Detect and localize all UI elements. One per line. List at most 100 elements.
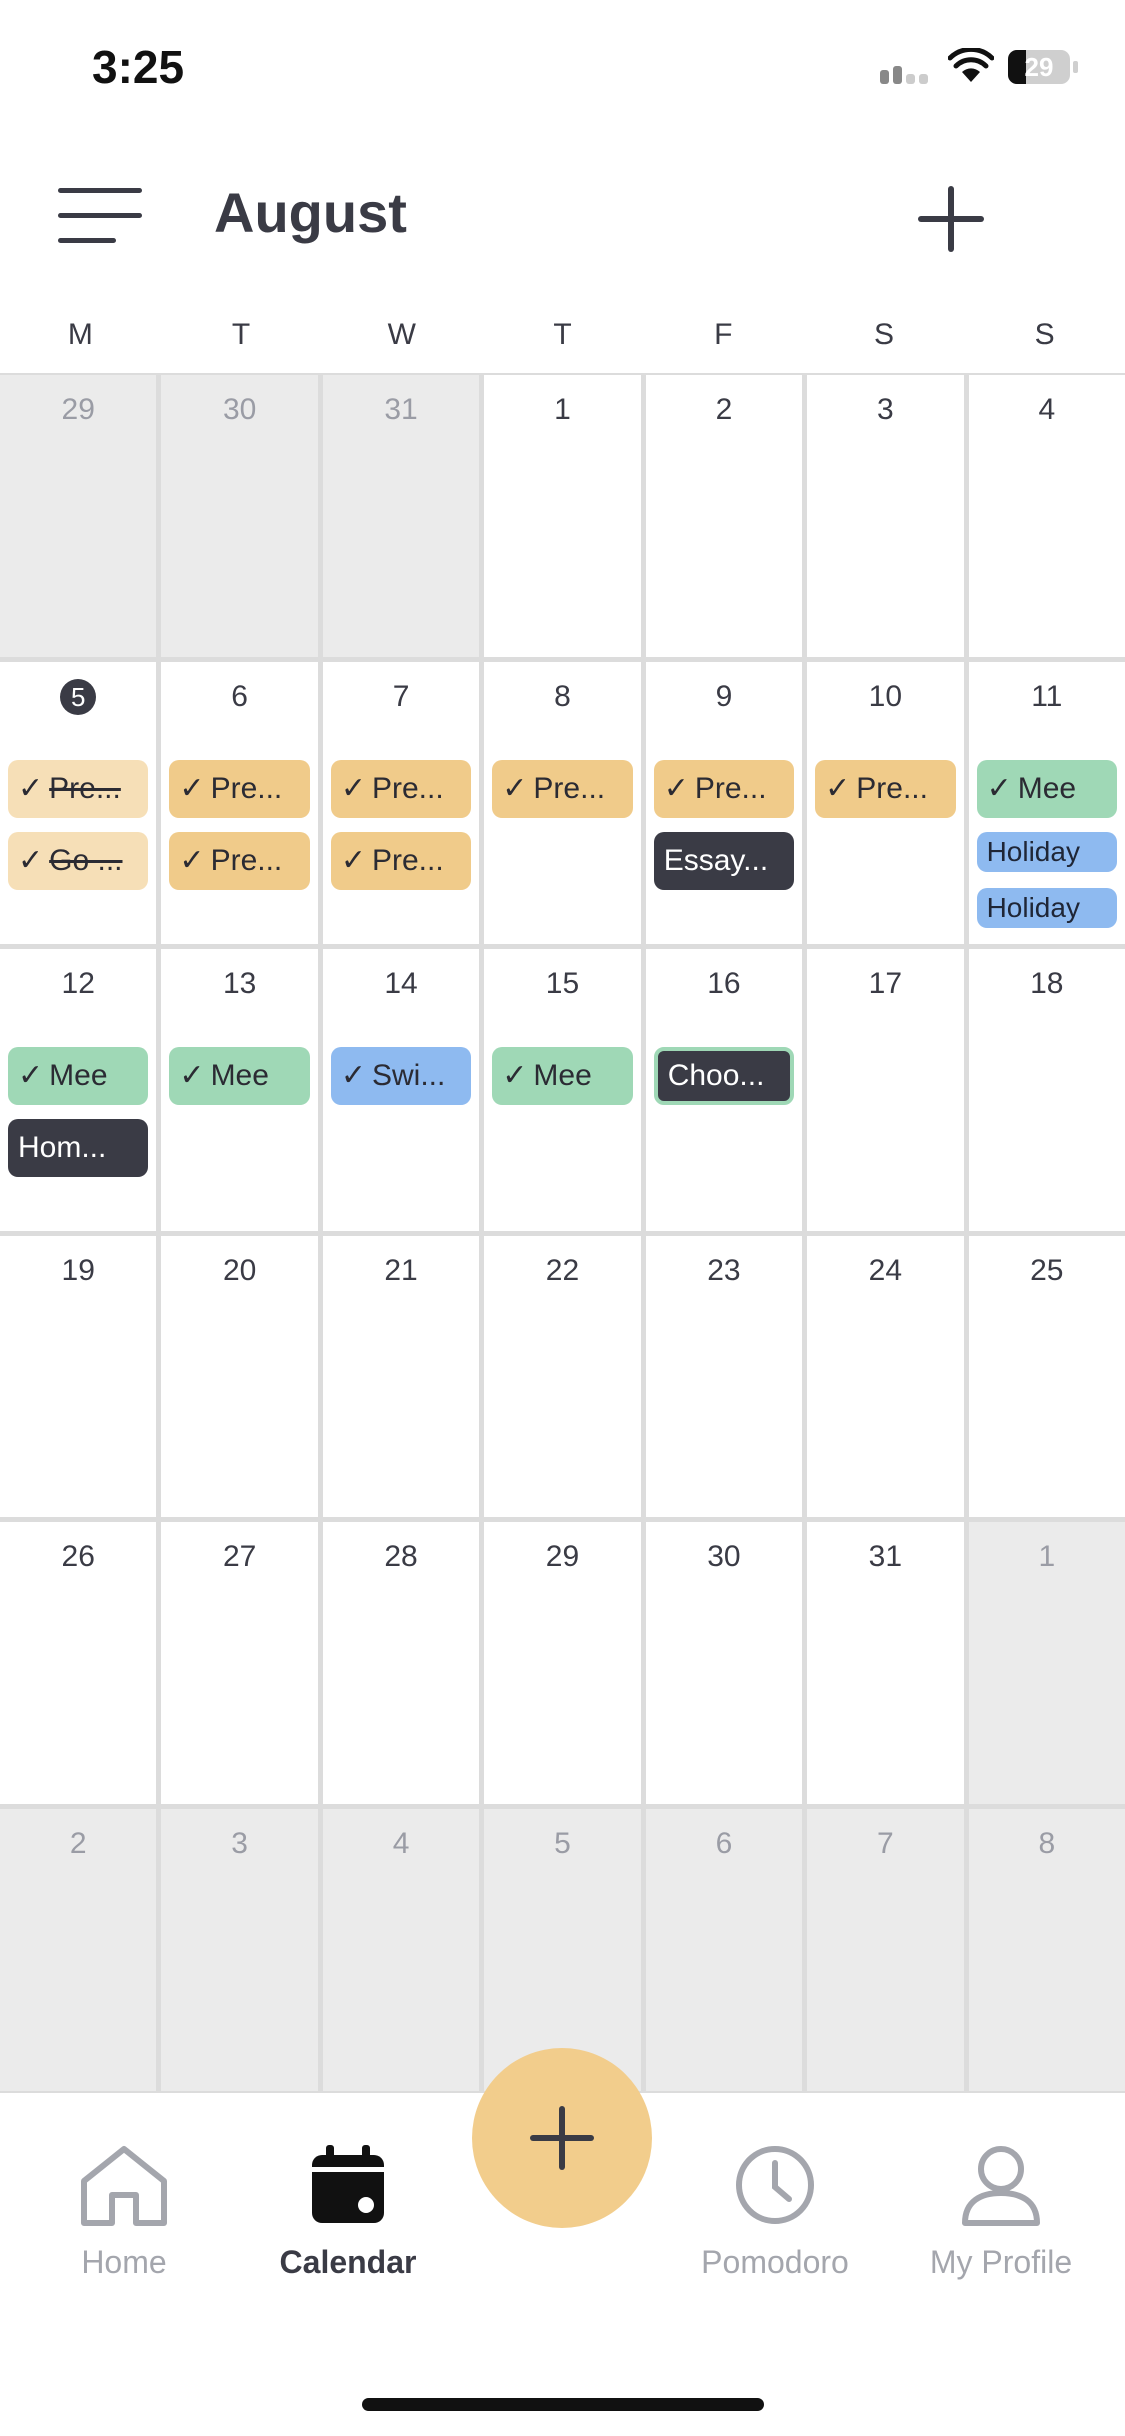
add-event-button[interactable] xyxy=(918,186,984,252)
checkmark-icon: ✓ xyxy=(179,1058,205,1092)
day-cell[interactable]: 3 xyxy=(161,1809,318,2091)
tab-home[interactable]: Home xyxy=(24,2143,224,2281)
event-chip[interactable]: ✓ Mee xyxy=(169,1046,310,1105)
event-chip[interactable]: ✓ Pre... xyxy=(169,759,310,818)
day-cell[interactable]: 2 xyxy=(645,375,803,657)
day-cell[interactable]: 12 ✓ Mee Hom... xyxy=(0,948,157,1231)
event-chip[interactable]: ✓ Pre... xyxy=(330,831,472,890)
day-cell[interactable]: 7 ✓ Pre... ✓ Pre... xyxy=(322,661,480,944)
day-cell[interactable]: 11 ✓ Mee Holiday Holiday xyxy=(968,661,1125,944)
day-cell[interactable]: 23 xyxy=(645,1235,803,1518)
event-chip[interactable]: Holiday xyxy=(976,887,1117,928)
day-cell[interactable]: 2 xyxy=(0,1809,157,2091)
checkmark-icon: ✓ xyxy=(986,771,1012,805)
day-cell[interactable]: 14 ✓ Swi... xyxy=(322,948,480,1231)
day-cell[interactable]: 24 xyxy=(807,1235,964,1518)
day-cell[interactable]: 4 xyxy=(968,375,1125,657)
menu-button[interactable] xyxy=(58,188,144,244)
event-chip[interactable]: Choo... xyxy=(653,1046,795,1105)
checkmark-icon: ✓ xyxy=(663,771,689,805)
day-cell[interactable]: 15 ✓ Mee xyxy=(484,948,641,1231)
day-cell[interactable]: 31 xyxy=(322,375,480,657)
checkmark-icon: ✓ xyxy=(18,1058,44,1092)
day-cell[interactable]: 27 xyxy=(161,1522,318,1805)
clock-icon xyxy=(736,2146,814,2224)
day-number: 3 xyxy=(877,393,894,426)
event-chip[interactable]: ✓ Pre... xyxy=(653,759,795,818)
day-cell[interactable]: 20 xyxy=(161,1235,318,1518)
day-cell[interactable]: 16 Choo... xyxy=(645,948,803,1231)
day-cell[interactable]: 6 ✓ Pre... ✓ Pre... xyxy=(161,661,318,944)
day-cell[interactable]: 30 xyxy=(161,375,318,657)
event-title: Pre... xyxy=(49,771,121,805)
event-chip[interactable]: Essay... xyxy=(653,831,795,890)
day-number: 1 xyxy=(1038,1540,1056,1574)
day-cell[interactable]: 3 xyxy=(807,375,964,657)
day-cell[interactable]: 22 xyxy=(484,1235,641,1518)
day-number: 23 xyxy=(707,1253,741,1287)
event-chip[interactable]: ✓ Pre... xyxy=(8,759,149,818)
event-chip[interactable]: ✓ Pre... xyxy=(330,759,472,818)
event-title: Pre... xyxy=(856,771,928,805)
weekday-label: S xyxy=(873,318,894,351)
event-chip[interactable]: ✓ Mee xyxy=(8,1046,149,1105)
day-cell[interactable]: 7 xyxy=(807,1809,964,2091)
day-cell[interactable]: 18 xyxy=(968,948,1125,1231)
day-cell[interactable]: 1 xyxy=(484,375,641,657)
event-chip[interactable]: Holiday xyxy=(976,831,1117,872)
day-cell[interactable]: 17 xyxy=(807,948,964,1231)
event-chip[interactable]: ✓ Go ... xyxy=(8,831,149,890)
day-cell[interactable]: 10 ✓ Pre... xyxy=(807,661,964,944)
today-date: 5 xyxy=(60,678,97,715)
day-number: 18 xyxy=(1030,966,1064,1000)
day-number: 14 xyxy=(384,966,418,1000)
checkmark-icon: ✓ xyxy=(502,1058,528,1092)
day-cell[interactable]: 25 xyxy=(968,1235,1125,1518)
day-cell[interactable]: 19 xyxy=(0,1235,157,1518)
day-cell[interactable]: 28 xyxy=(322,1522,480,1805)
day-cell[interactable]: 30 xyxy=(645,1522,803,1805)
tab-profile[interactable]: My Profile xyxy=(901,2143,1101,2281)
weekday-label: T xyxy=(231,318,251,351)
day-cell[interactable]: 13 ✓ Mee xyxy=(161,948,318,1231)
day-number: 31 xyxy=(868,1540,903,1574)
event-chip[interactable]: ✓ Pre... xyxy=(169,831,310,890)
user-icon xyxy=(962,2146,1040,2226)
event-chip[interactable]: ✓ Mee xyxy=(492,1046,633,1105)
event-title: Pre... xyxy=(694,771,767,805)
event-chip[interactable]: ✓ Mee xyxy=(976,759,1117,818)
tab-calendar[interactable]: Calendar xyxy=(248,2143,448,2281)
event-chip[interactable]: ✓ Pre... xyxy=(815,759,956,818)
weekday-header: MTWTFSS xyxy=(0,318,1125,358)
day-number: 6 xyxy=(715,1827,733,1861)
weekday-label: M xyxy=(67,318,93,351)
quick-add-button[interactable] xyxy=(472,2048,652,2228)
day-number: 7 xyxy=(877,1827,894,1861)
event-chip[interactable]: ✓ Swi... xyxy=(330,1046,472,1105)
event-title: Choo... xyxy=(667,1058,765,1092)
day-number: 8 xyxy=(554,679,571,713)
day-cell[interactable]: 4 xyxy=(322,1809,480,2091)
day-number: 4 xyxy=(392,1827,410,1861)
home-indicator xyxy=(362,2398,764,2411)
day-number: 30 xyxy=(222,393,257,426)
event-title: Go ... xyxy=(49,843,123,877)
day-cell[interactable]: 8 xyxy=(968,1809,1125,2091)
day-cell[interactable]: 26 xyxy=(0,1522,157,1805)
day-number: 17 xyxy=(868,966,903,1000)
tab-pomodoro[interactable]: Pomodoro xyxy=(675,2143,875,2281)
status-time: 3:25 xyxy=(92,41,185,93)
day-cell[interactable]: 29 xyxy=(0,375,157,657)
day-cell[interactable]: 31 xyxy=(807,1522,964,1805)
day-cell[interactable]: 9 ✓ Pre... Essay... xyxy=(645,661,803,944)
event-chip[interactable]: Hom... xyxy=(8,1118,149,1177)
day-cell[interactable]: 1 xyxy=(968,1522,1125,1805)
day-cell[interactable]: 29 xyxy=(484,1522,641,1805)
event-chip[interactable]: ✓ Pre... xyxy=(492,759,633,818)
day-cell[interactable]: 6 xyxy=(645,1809,803,2091)
day-cell[interactable]: 8 ✓ Pre... xyxy=(484,661,641,944)
day-cell[interactable]: 5 ✓ Pre... ✓ Go ... xyxy=(0,661,157,944)
tab-home-label: Home xyxy=(81,2244,167,2280)
event-title: Mee xyxy=(533,1058,592,1092)
day-cell[interactable]: 21 xyxy=(322,1235,480,1518)
